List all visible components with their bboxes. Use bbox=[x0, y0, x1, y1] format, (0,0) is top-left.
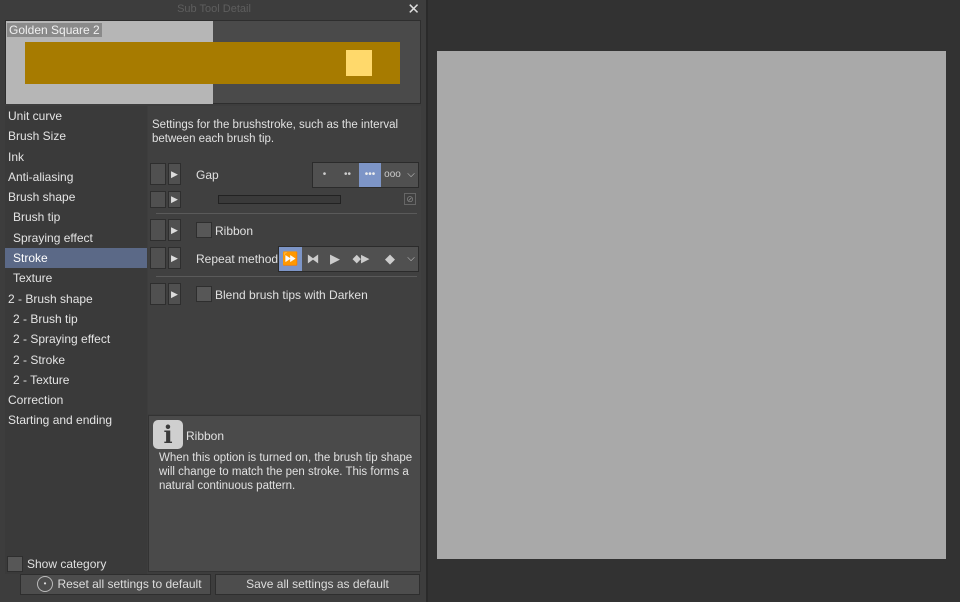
category-item[interactable]: Anti-aliasing bbox=[5, 167, 147, 187]
category-item[interactable]: 2 - Brush shape bbox=[5, 289, 147, 309]
ribbon-checkbox[interactable] bbox=[196, 222, 212, 238]
pressure-toggle[interactable] bbox=[150, 163, 166, 185]
save-settings-button[interactable]: Save all settings as default bbox=[215, 574, 420, 595]
chevron-down-icon[interactable]: ⌵ bbox=[404, 247, 418, 271]
expand-triangle-icon[interactable]: ▶ bbox=[168, 191, 181, 208]
canvas[interactable] bbox=[437, 51, 946, 559]
expand-triangle-icon[interactable]: ▶ bbox=[168, 283, 181, 305]
category-item[interactable]: Brush tip bbox=[5, 207, 147, 227]
show-category-label: Show category bbox=[27, 557, 107, 571]
info-text: When this option is turned on, the brush… bbox=[159, 452, 413, 492]
chevron-down-icon[interactable]: ⌵ bbox=[404, 163, 418, 187]
category-item[interactable]: Starting and ending bbox=[5, 410, 147, 430]
category-item[interactable]: Stroke bbox=[5, 248, 147, 269]
gap-selector[interactable]: • •• ••• ooo ⌵ bbox=[312, 162, 419, 188]
title-bar: Sub Tool Detail ✕ bbox=[0, 0, 428, 19]
category-item[interactable]: 2 - Brush tip bbox=[5, 309, 147, 329]
gap-slider-row: ▶ ⊘ bbox=[148, 190, 421, 214]
category-item[interactable]: Unit curve bbox=[5, 106, 147, 126]
pressure-toggle[interactable] bbox=[150, 219, 166, 241]
settings-panel: Settings for the brushstroke, such as th… bbox=[148, 106, 421, 414]
reset-label: Reset all settings to default bbox=[57, 577, 202, 591]
repeat-option-5[interactable]: ◆ bbox=[376, 247, 404, 271]
category-item[interactable]: Correction bbox=[5, 390, 147, 410]
gap-option-3[interactable]: ••• bbox=[359, 163, 381, 187]
checkbox-icon[interactable] bbox=[7, 556, 23, 572]
close-icon[interactable]: ✕ bbox=[407, 0, 420, 19]
preview-stroke bbox=[25, 42, 400, 84]
ribbon-label: Ribbon bbox=[215, 224, 254, 238]
info-icon: i bbox=[153, 420, 183, 449]
category-item[interactable]: Brush shape bbox=[5, 187, 147, 207]
category-item[interactable]: Ink bbox=[5, 147, 147, 167]
gap-option-4[interactable]: ooo bbox=[381, 163, 404, 187]
repeat-option-4[interactable]: ◆▶ bbox=[346, 247, 376, 271]
info-title: Ribbon bbox=[186, 429, 225, 443]
divider bbox=[156, 276, 417, 277]
category-item[interactable]: 2 - Spraying effect bbox=[5, 329, 147, 349]
category-item[interactable]: 2 - Stroke bbox=[5, 350, 147, 370]
repeat-option-2[interactable]: ⧓ bbox=[302, 247, 324, 271]
sub-tool-detail-dialog: Sub Tool Detail ✕ Golden Square 2 Unit c… bbox=[0, 0, 428, 602]
preview-brush-tip bbox=[346, 50, 372, 76]
blend-label: Blend brush tips with Darken bbox=[215, 288, 368, 302]
gap-option-1[interactable]: • bbox=[313, 163, 336, 187]
repeat-method-selector[interactable]: ⏩ ⧓ ▶ ◆▶ ◆ ⌵ bbox=[278, 246, 419, 272]
expand-triangle-icon[interactable]: ▶ bbox=[168, 219, 181, 241]
window-title: Sub Tool Detail bbox=[177, 3, 251, 15]
category-list: Unit curve Brush Size Ink Anti-aliasing Brus… bbox=[5, 106, 147, 574]
gap-row: ▶ Gap • •• ••• ooo ⌵ bbox=[148, 162, 421, 188]
reset-icon: • bbox=[37, 576, 53, 592]
preset-name: Golden Square 2 bbox=[7, 23, 102, 37]
pressure-toggle[interactable] bbox=[150, 191, 166, 208]
blend-row: ▶ Blend brush tips with Darken bbox=[148, 282, 421, 306]
show-category-checkbox[interactable]: Show category bbox=[7, 556, 106, 572]
pressure-toggle[interactable] bbox=[150, 247, 166, 269]
info-box: i Ribbon When this option is turned on, … bbox=[148, 415, 421, 572]
gap-option-2[interactable]: •• bbox=[336, 163, 359, 187]
ribbon-row: ▶ Ribbon bbox=[148, 218, 421, 242]
repeat-method-label: Repeat method bbox=[196, 252, 279, 266]
brush-preview: Golden Square 2 bbox=[5, 20, 421, 104]
repeat-option-1[interactable]: ⏩ bbox=[279, 247, 302, 271]
repeat-option-3[interactable]: ▶ bbox=[324, 247, 346, 271]
repeat-method-row: ▶ Repeat method ⏩ ⧓ ▶ ◆▶ ◆ ⌵ bbox=[148, 246, 421, 272]
expand-triangle-icon[interactable]: ▶ bbox=[168, 163, 181, 185]
pressure-toggle[interactable] bbox=[150, 283, 166, 305]
category-item[interactable]: 2 - Texture bbox=[5, 370, 147, 390]
category-item[interactable]: Brush Size bbox=[5, 126, 147, 146]
gap-label: Gap bbox=[196, 168, 219, 182]
reset-settings-button[interactable]: • Reset all settings to default bbox=[20, 574, 211, 595]
divider bbox=[156, 213, 417, 214]
expand-triangle-icon[interactable]: ▶ bbox=[168, 247, 181, 269]
category-item[interactable]: Texture bbox=[5, 268, 147, 288]
gap-slider[interactable] bbox=[218, 195, 341, 204]
category-item[interactable]: Spraying effect bbox=[5, 228, 147, 248]
blend-checkbox[interactable] bbox=[196, 286, 212, 302]
disable-icon[interactable]: ⊘ bbox=[404, 193, 416, 205]
category-description: Settings for the brushstroke, such as th… bbox=[152, 119, 399, 145]
